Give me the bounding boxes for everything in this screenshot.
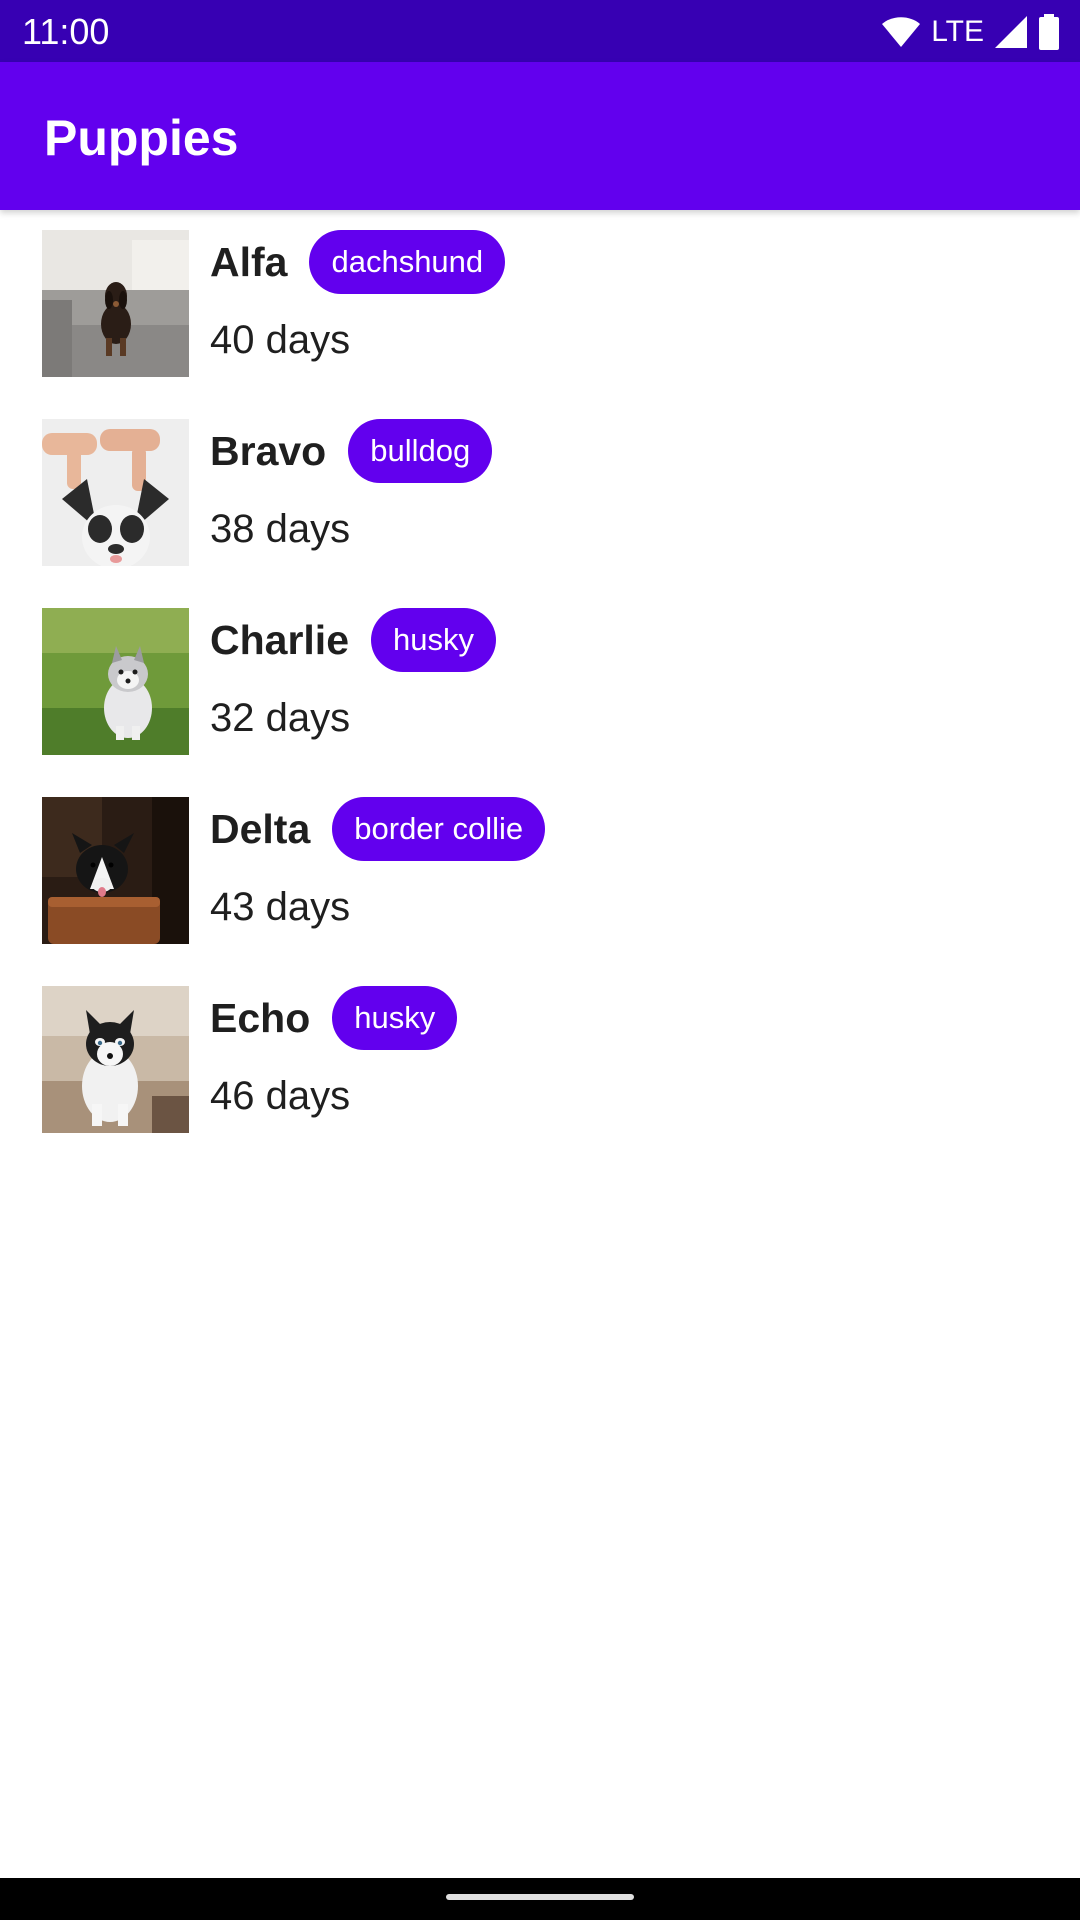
app-bar: Puppies — [0, 62, 1080, 210]
puppy-name: Alfa — [210, 239, 288, 285]
bulldog-puppy-photo — [42, 419, 189, 566]
border-collie-puppy-in-bowl-photo — [42, 797, 189, 944]
puppy-name-line: Bravo bulldog — [210, 419, 493, 483]
breed-chip: bulldog — [348, 419, 493, 483]
puppy-age: 38 days — [210, 507, 351, 551]
puppy-age: 40 days — [210, 318, 351, 362]
breed-chip: dachshund — [309, 230, 506, 294]
puppy-age: 43 days — [210, 885, 351, 929]
puppy-name: Echo — [210, 995, 311, 1041]
puppy-age: 46 days — [210, 1074, 351, 1118]
status-time: 11:00 — [22, 11, 110, 52]
puppy-name: Delta — [210, 806, 311, 852]
battery-icon — [1038, 14, 1060, 50]
puppy-list-item[interactable]: Delta border collie 43 days — [0, 797, 1080, 986]
puppy-list-item[interactable]: Charlie husky 32 days — [0, 608, 1080, 797]
puppy-name: Charlie — [210, 617, 349, 663]
puppy-name-line: Echo husky — [210, 986, 458, 1050]
app-title: Puppies — [44, 110, 239, 166]
status-icons: LTE — [881, 12, 1060, 52]
husky-puppy-on-grass-photo — [42, 608, 189, 755]
husky-puppy-sitting-photo — [42, 986, 189, 1133]
puppy-name: Bravo — [210, 428, 327, 474]
breed-chip: husky — [371, 608, 496, 672]
network-type-label: LTE — [931, 15, 984, 48]
puppy-list-item[interactable]: Bravo bulldog 38 days — [0, 419, 1080, 608]
breed-chip: husky — [332, 986, 458, 1050]
dachshund-puppy-photo — [42, 230, 189, 377]
puppy-age: 32 days — [210, 696, 351, 740]
puppy-list[interactable]: Alfa dachshund 40 days Bravo bulldog 38 … — [0, 230, 1080, 1175]
cell-signal-icon — [994, 15, 1028, 49]
breed-chip: border collie — [332, 797, 546, 861]
status-bar: 11:00 LTE — [0, 0, 1080, 62]
puppy-name-line: Charlie husky — [210, 608, 496, 672]
puppy-name-line: Alfa dachshund — [210, 230, 506, 294]
puppy-list-item[interactable]: Echo husky 46 days — [0, 986, 1080, 1175]
puppy-list-item[interactable]: Alfa dachshund 40 days — [0, 230, 1080, 419]
puppy-name-line: Delta border collie — [210, 797, 546, 861]
system-navigation-bar — [0, 1878, 1080, 1920]
home-gesture-handle[interactable] — [446, 1894, 634, 1900]
wifi-icon — [881, 16, 921, 48]
